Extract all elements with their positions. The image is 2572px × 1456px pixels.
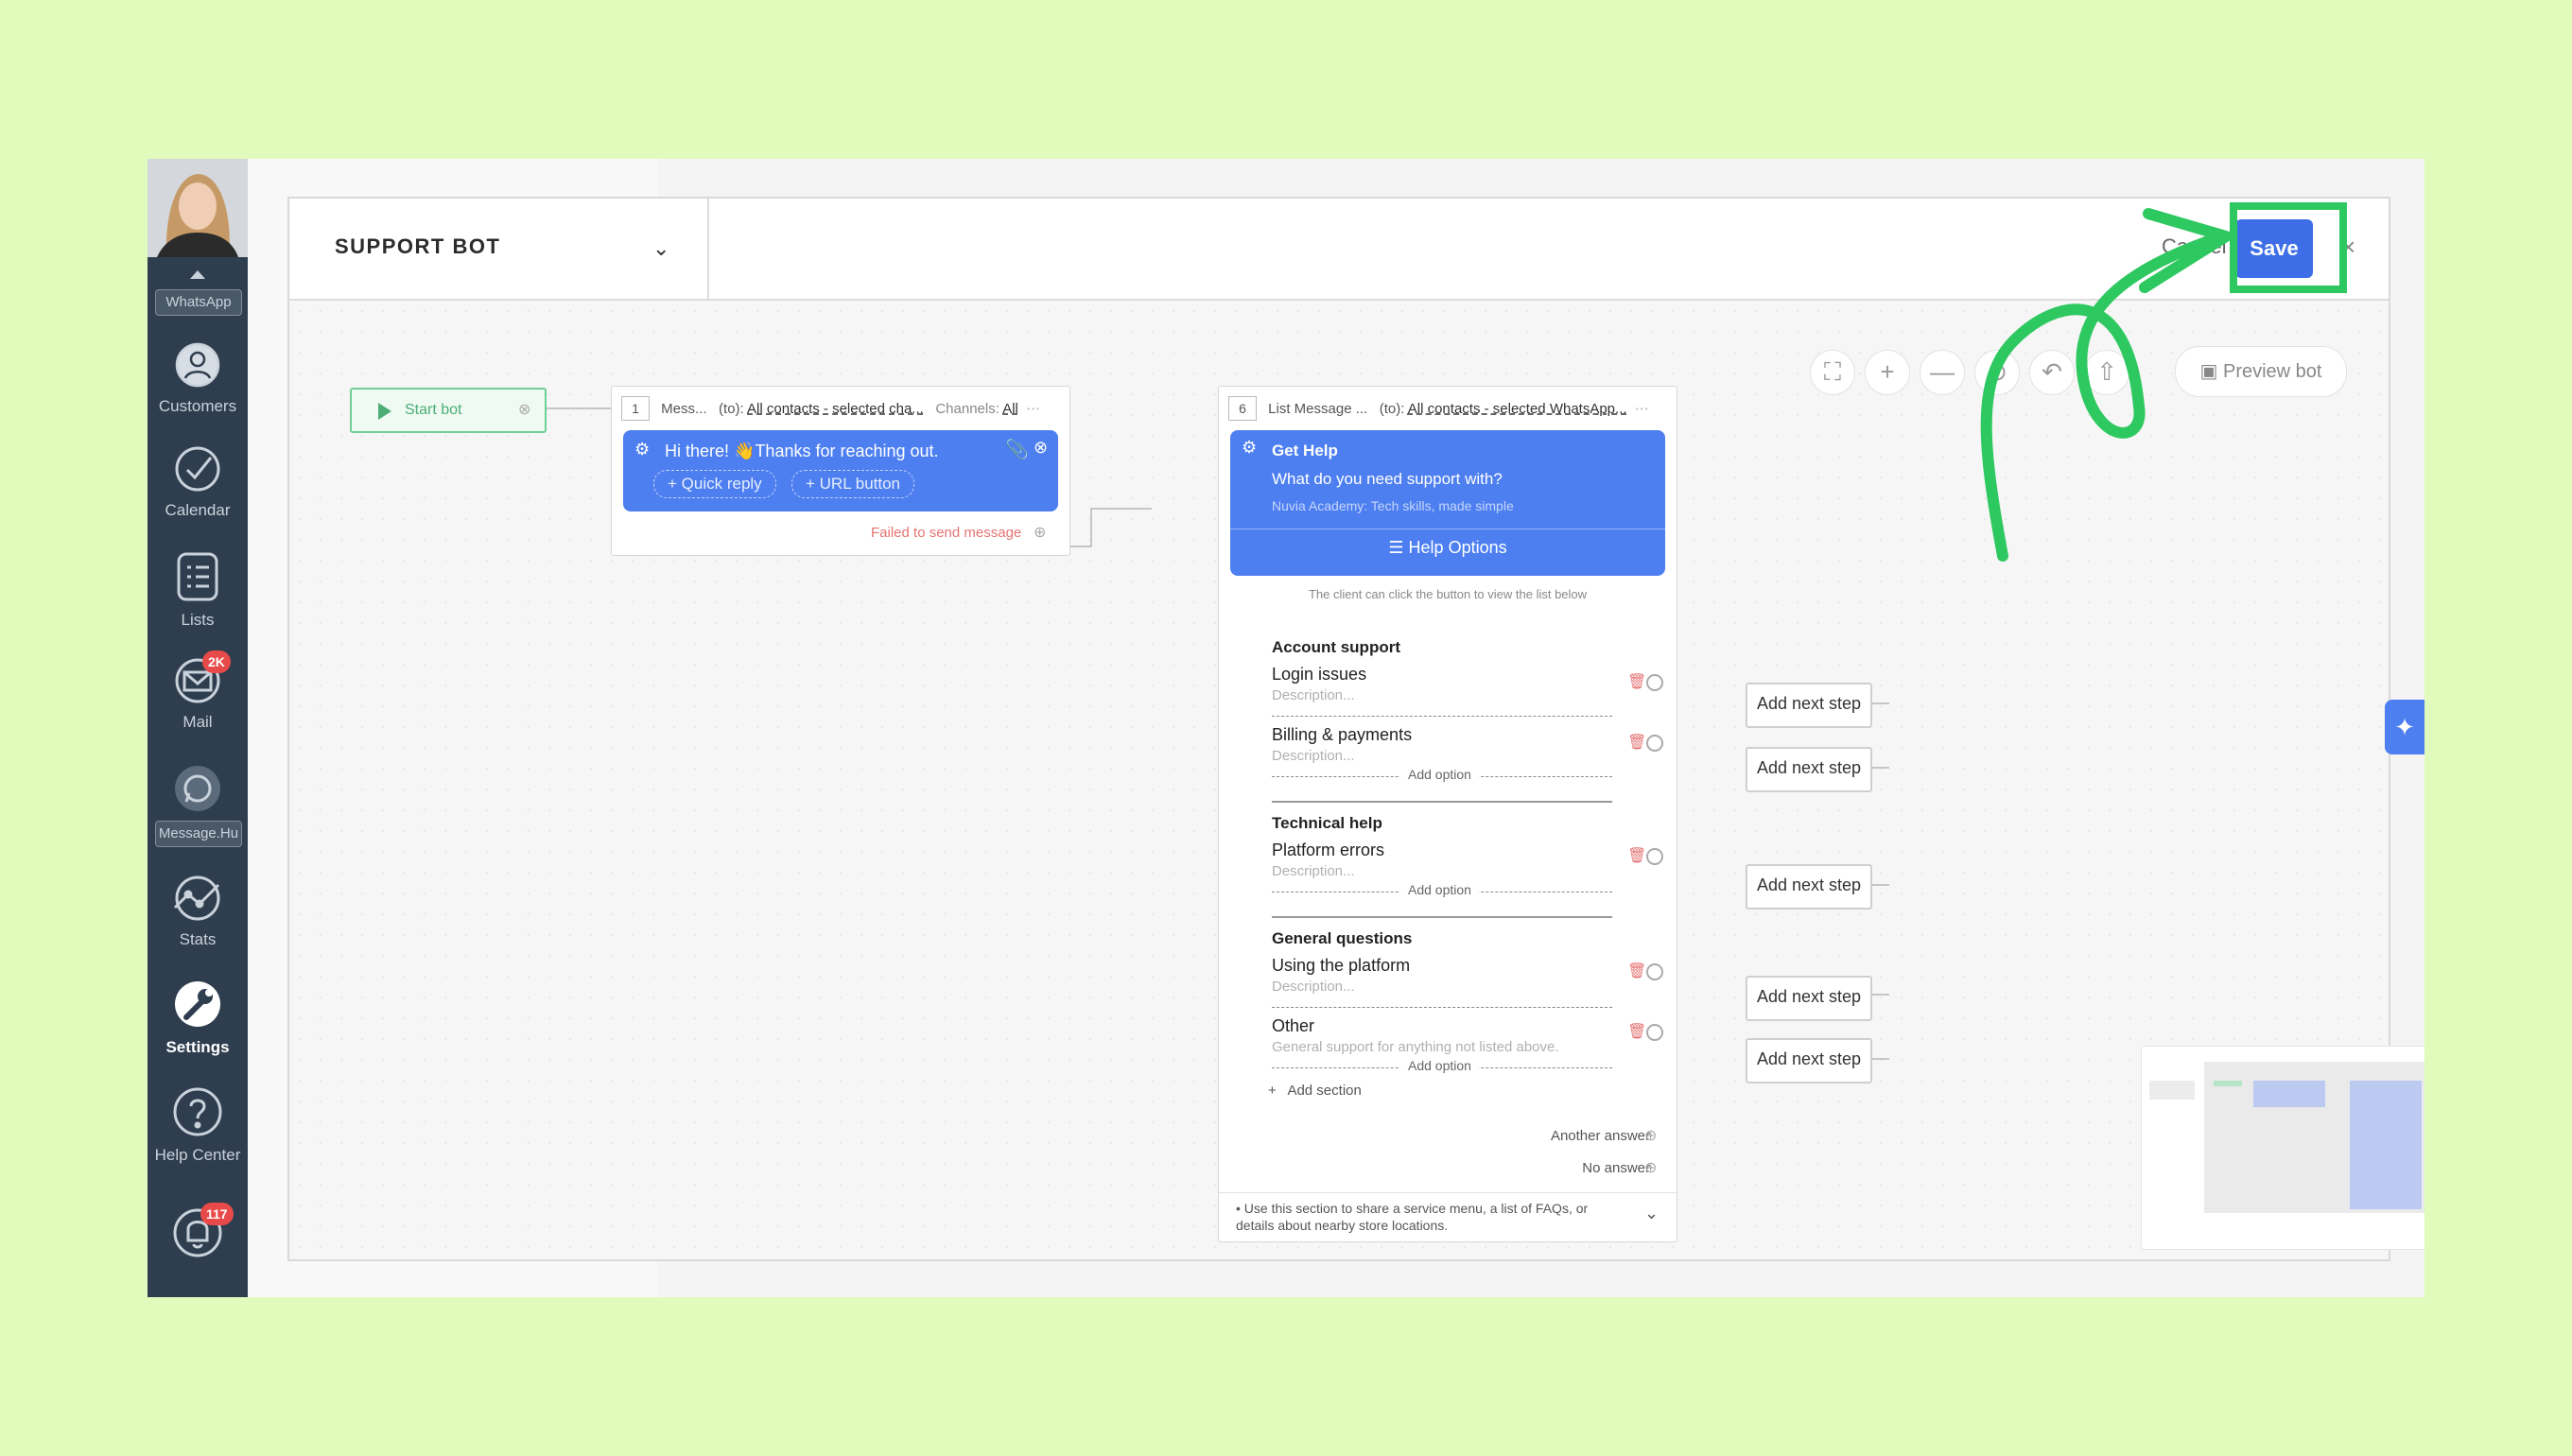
- annotation-arrow: [1980, 208, 2232, 562]
